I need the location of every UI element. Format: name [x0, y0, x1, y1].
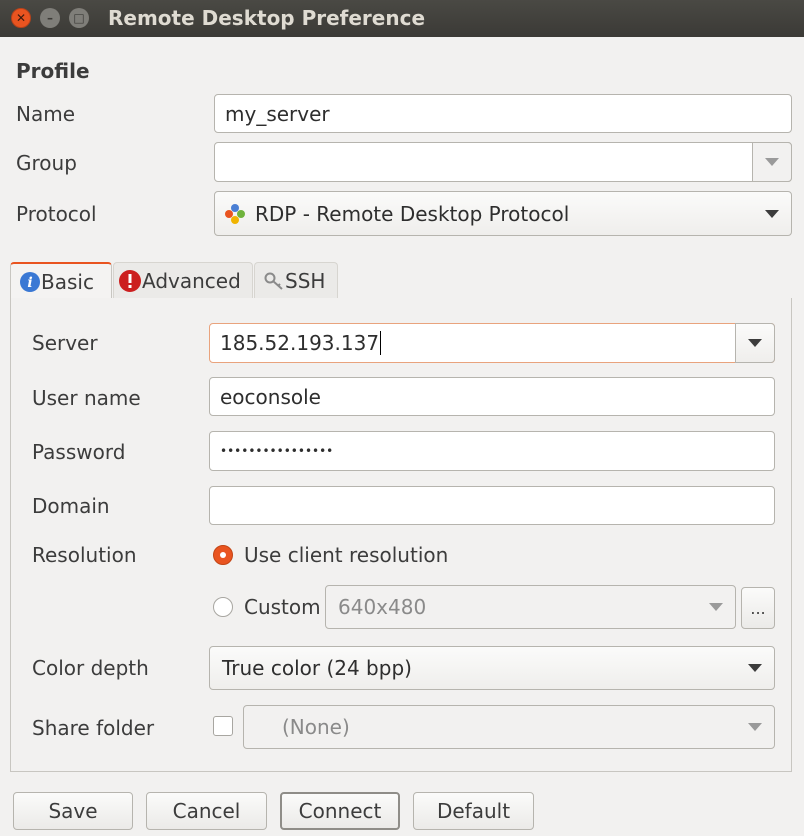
custom-resolution-value: 640x480	[338, 595, 427, 619]
cancel-button-label: Cancel	[172, 799, 241, 823]
username-input[interactable]: eoconsole	[209, 377, 775, 416]
color-depth-select[interactable]: True color (24 bpp)	[209, 646, 775, 690]
default-button-label: Default	[436, 799, 511, 823]
cancel-button[interactable]: Cancel	[146, 792, 267, 830]
profile-heading: Profile	[16, 59, 90, 83]
name-label: Name	[16, 102, 76, 126]
custom-resolution-more-label: ...	[750, 598, 766, 618]
basic-tab-panel	[10, 298, 792, 772]
domain-input[interactable]	[209, 486, 775, 525]
chevron-down-icon	[748, 664, 762, 672]
warning-icon	[119, 269, 141, 292]
tab-basic-label: Basic	[41, 270, 94, 294]
connect-button[interactable]: Connect	[280, 792, 400, 830]
default-button[interactable]: Default	[413, 792, 534, 830]
save-button-label: Save	[48, 799, 98, 823]
save-button[interactable]: Save	[13, 792, 133, 830]
close-icon[interactable]: ✕	[11, 8, 31, 28]
chevron-down-icon	[709, 603, 723, 611]
tab-advanced-label: Advanced	[142, 268, 241, 293]
info-icon: i	[20, 272, 40, 292]
color-depth-value: True color (24 bpp)	[222, 656, 412, 680]
use-client-resolution-radio[interactable]	[213, 545, 233, 565]
custom-resolution-label[interactable]: Custom	[244, 595, 321, 619]
share-folder-checkbox[interactable]	[213, 716, 233, 736]
protocol-value: RDP - Remote Desktop Protocol	[255, 201, 570, 226]
server-dropdown-button[interactable]	[735, 323, 775, 363]
tab-ssh[interactable]: SSH	[254, 262, 338, 298]
custom-resolution-radio[interactable]	[213, 597, 233, 617]
text-cursor	[380, 331, 382, 355]
username-value: eoconsole	[220, 384, 321, 409]
password-input[interactable]: ••••••••••••••••	[209, 431, 775, 471]
resolution-label: Resolution	[32, 543, 137, 567]
password-label: Password	[32, 440, 126, 464]
tab-basic[interactable]: i Basic	[10, 262, 112, 300]
color-depth-label: Color depth	[32, 656, 149, 680]
username-label: User name	[32, 386, 141, 410]
svg-text:i: i	[27, 275, 32, 291]
custom-resolution-select[interactable]: 640x480	[325, 585, 736, 629]
tab-advanced[interactable]: Advanced	[113, 262, 253, 298]
maximize-icon[interactable]: □	[69, 8, 89, 28]
group-combo-entry[interactable]	[214, 142, 792, 182]
custom-resolution-more-button[interactable]: ...	[741, 587, 775, 629]
key-icon	[264, 272, 283, 290]
server-label: Server	[32, 331, 98, 355]
server-value: 185.52.193.137	[220, 331, 380, 355]
chevron-down-icon	[765, 158, 779, 166]
use-client-resolution-label[interactable]: Use client resolution	[244, 543, 448, 567]
domain-label: Domain	[32, 494, 110, 518]
name-input[interactable]: my_server	[214, 94, 792, 133]
protocol-select[interactable]: RDP - Remote Desktop Protocol	[214, 191, 792, 236]
name-value: my_server	[225, 101, 330, 126]
chevron-down-icon	[748, 339, 762, 347]
share-folder-select[interactable]: (None)	[243, 705, 775, 749]
chevron-down-icon	[748, 723, 762, 731]
window-title: Remote Desktop Preference	[108, 6, 426, 30]
rdp-protocol-icon	[225, 203, 245, 224]
group-label: Group	[16, 151, 77, 175]
share-folder-value: (None)	[282, 715, 350, 739]
connect-button-label: Connect	[298, 799, 382, 823]
share-folder-label: Share folder	[32, 716, 155, 740]
chevron-down-icon	[765, 209, 779, 218]
protocol-label: Protocol	[16, 202, 97, 226]
title-bar: ✕ – □ Remote Desktop Preference	[0, 0, 804, 37]
group-dropdown-button[interactable]	[752, 142, 792, 182]
password-value: ••••••••••••••••	[220, 444, 334, 458]
tab-ssh-label: SSH	[285, 268, 326, 293]
server-combo-entry[interactable]: 185.52.193.137	[209, 323, 775, 363]
minimize-icon[interactable]: –	[40, 8, 60, 28]
